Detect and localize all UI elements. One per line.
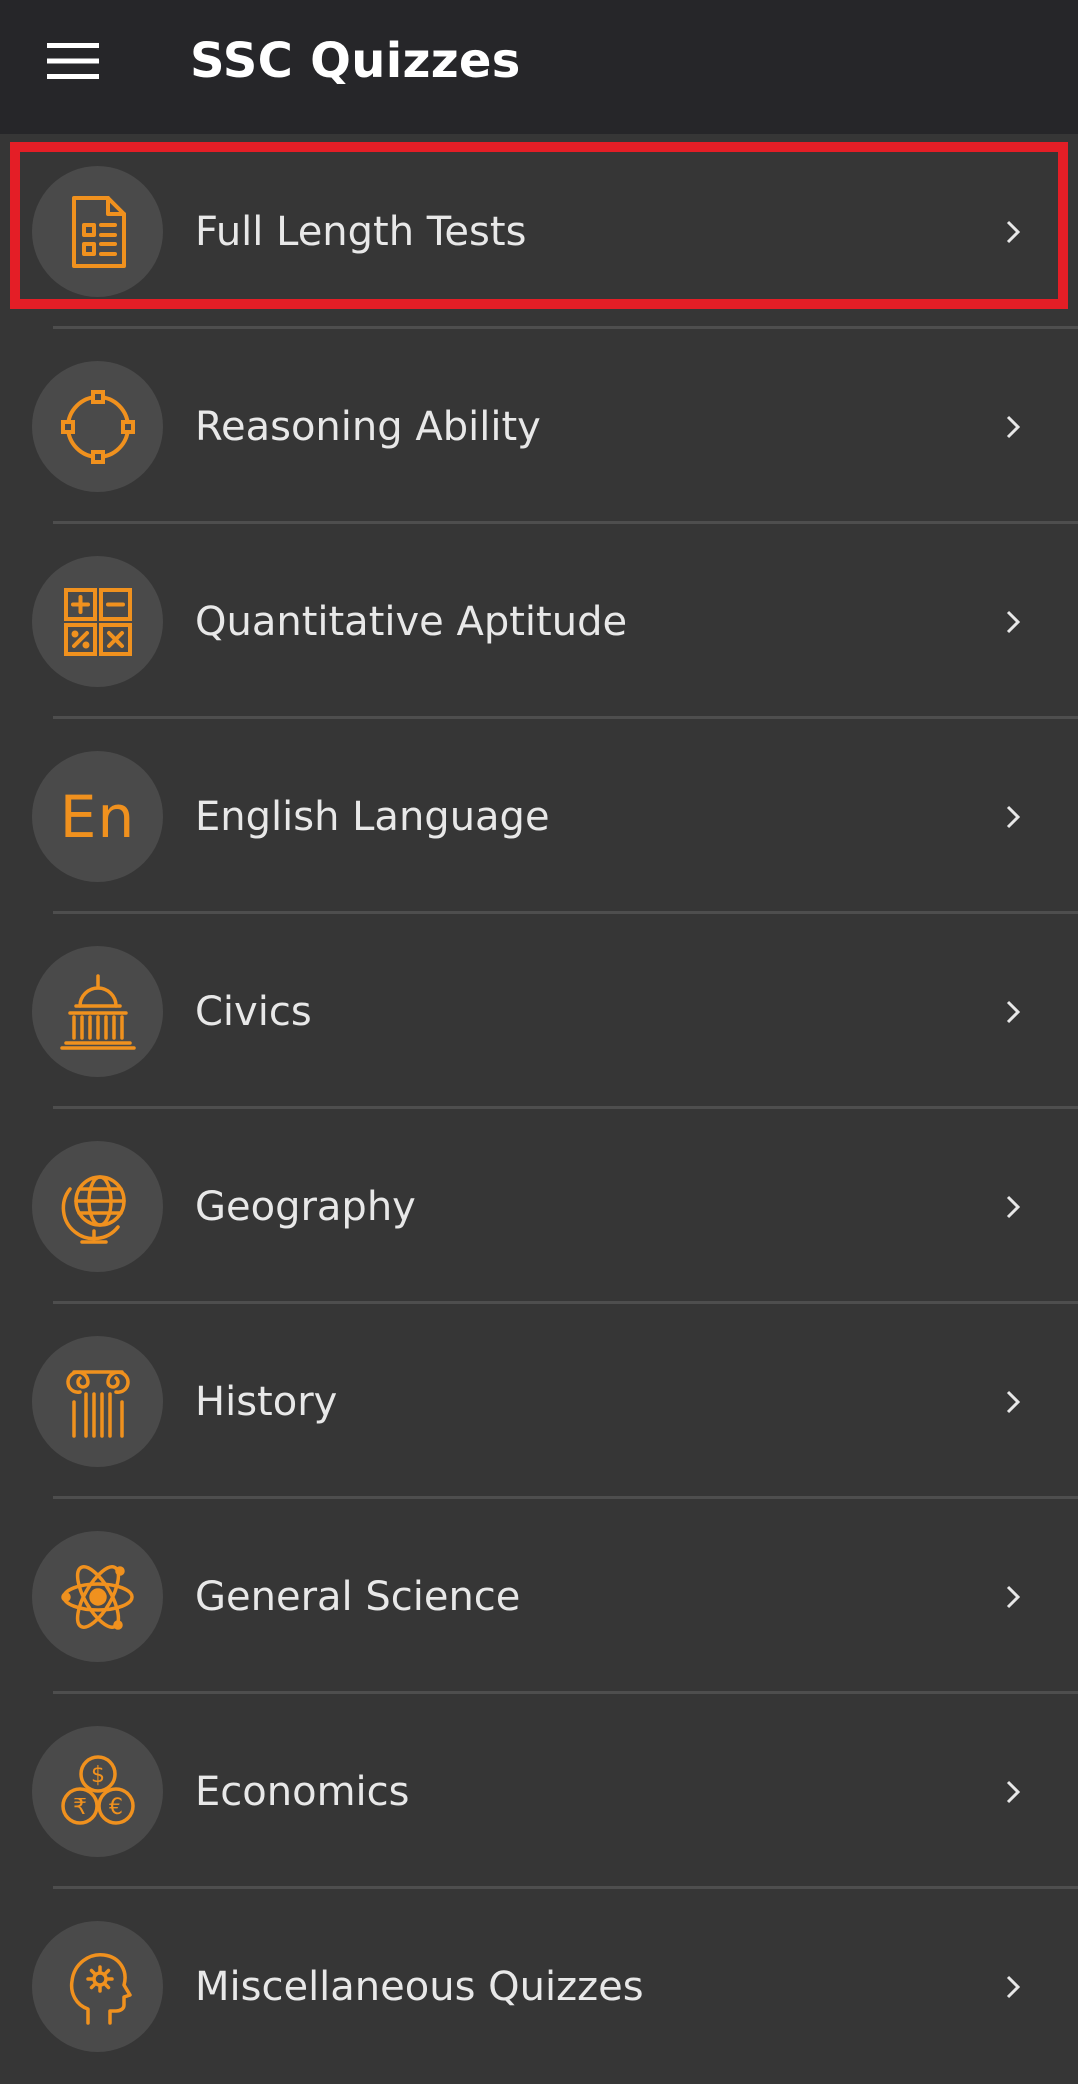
list-item-full-length-tests[interactable]: Full Length Tests [0, 134, 1078, 329]
icon-badge [32, 1921, 163, 2052]
list-item-english-language[interactable]: En English Language [0, 719, 1078, 914]
list-item-label: Geography [195, 1183, 416, 1230]
list-item-reasoning-ability[interactable]: Reasoning Ability [0, 329, 1078, 524]
list-item-label: Civics [195, 988, 312, 1035]
chevron-right-icon [998, 719, 1028, 914]
list-item-label: Quantitative Aptitude [195, 598, 628, 645]
reasoning-circle-icon [60, 389, 135, 464]
menu-button[interactable] [32, 30, 114, 92]
list-item-miscellaneous-quizzes[interactable]: Miscellaneous Quizzes [0, 1889, 1078, 2084]
list-item-label: Economics [195, 1768, 410, 1815]
brain-gear-icon [69, 1952, 132, 2025]
list-item-economics[interactable]: $ ₹ € Economics [0, 1694, 1078, 1889]
hamburger-menu-icon [47, 43, 99, 79]
chevron-right-icon [998, 1889, 1028, 2084]
list-item-general-science[interactable]: General Science [0, 1499, 1078, 1694]
ionic-column-icon [65, 1369, 130, 1438]
list-item-label: General Science [195, 1573, 521, 1620]
list-item-label: English Language [195, 793, 550, 840]
calculator-icon [63, 587, 132, 656]
icon-badge [32, 361, 163, 492]
list-item-label: History [195, 1378, 338, 1425]
test-document-icon [71, 195, 126, 268]
icon-badge: $ ₹ € [32, 1726, 163, 1857]
svg-text:$: $ [91, 1763, 105, 1788]
icon-badge [32, 946, 163, 1077]
category-list: Full Length Tests Reasoning Ability Quan… [0, 134, 1078, 2084]
chevron-right-icon [998, 1304, 1028, 1499]
list-item-label: Miscellaneous Quizzes [195, 1963, 644, 2010]
chevron-right-icon [998, 1499, 1028, 1694]
globe-icon [61, 1174, 126, 1244]
chevron-right-icon [998, 329, 1028, 524]
app-bar: SSC Quizzes [0, 0, 1078, 134]
atom-icon [60, 1564, 134, 1630]
list-item-quantitative-aptitude[interactable]: Quantitative Aptitude [0, 524, 1078, 719]
icon-badge [32, 1141, 163, 1272]
list-item-label: Full Length Tests [195, 208, 527, 255]
chevron-right-icon [998, 1109, 1028, 1304]
icon-badge [32, 1336, 163, 1467]
page-title: SSC Quizzes [190, 33, 521, 89]
chevron-right-icon [998, 134, 1028, 329]
svg-text:₹: ₹ [73, 1795, 87, 1820]
chevron-right-icon [998, 1694, 1028, 1889]
capitol-building-icon [59, 973, 136, 1050]
chevron-right-icon [998, 914, 1028, 1109]
list-item-history[interactable]: History [0, 1304, 1078, 1499]
icon-badge: En [32, 751, 163, 882]
english-en-icon: En [59, 782, 136, 851]
list-item-civics[interactable]: Civics [0, 914, 1078, 1109]
icon-badge [32, 166, 163, 297]
list-item-label: Reasoning Ability [195, 403, 541, 450]
icon-badge [32, 1531, 163, 1662]
currency-coins-icon: $ ₹ € [60, 1754, 135, 1825]
chevron-right-icon [998, 524, 1028, 719]
list-item-geography[interactable]: Geography [0, 1109, 1078, 1304]
svg-text:€: € [109, 1795, 123, 1820]
icon-badge [32, 556, 163, 687]
